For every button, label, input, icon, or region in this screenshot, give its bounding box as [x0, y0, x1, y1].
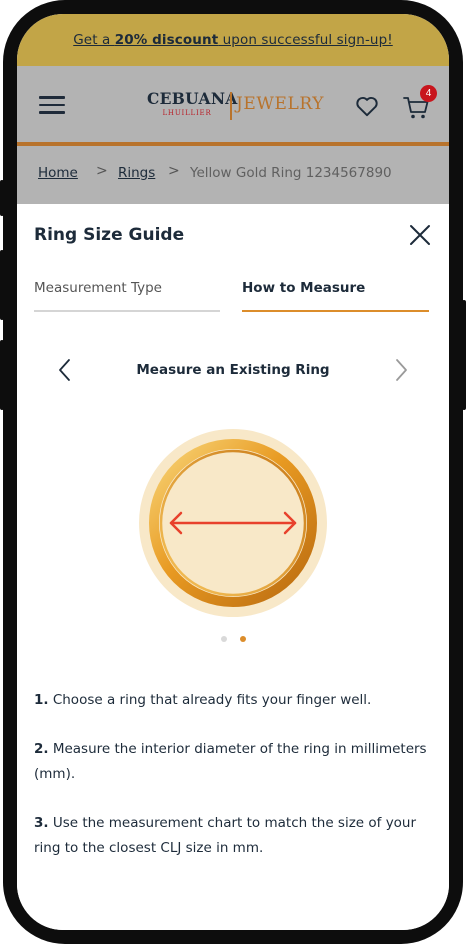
- breadcrumb-separator: >: [96, 163, 108, 179]
- breadcrumb-separator: >: [168, 163, 180, 179]
- tab-measurement-type[interactable]: Measurement Type: [34, 280, 162, 296]
- side-button: [0, 180, 4, 216]
- promo-prefix: Get a: [73, 32, 115, 48]
- step-text: Measure the interior diameter of the rin…: [34, 741, 427, 782]
- logo-brand: CEBUANA: [147, 89, 238, 108]
- carousel-dots: [221, 636, 251, 644]
- screen: Get a 20% discount upon successful sign-…: [17, 14, 449, 930]
- cart-count-badge: 4: [420, 85, 437, 102]
- promo-highlight: 20% discount: [114, 32, 219, 48]
- ring-size-guide-panel: Ring Size Guide Measurement Type How to …: [17, 204, 449, 930]
- heart-icon[interactable]: [354, 93, 380, 119]
- logo-divider: [230, 92, 232, 120]
- menu-icon[interactable]: [39, 96, 65, 114]
- breadcrumb-rings[interactable]: Rings: [118, 165, 155, 181]
- close-icon[interactable]: [409, 224, 431, 246]
- step-number: 3.: [34, 815, 49, 831]
- logo-product: JEWELRY: [236, 94, 325, 114]
- step-item: 1. Choose a ring that already fits your …: [34, 688, 432, 713]
- breadcrumb: Home > Rings > Yellow Gold Ring 12345678…: [17, 146, 449, 204]
- guide-title: Ring Size Guide: [34, 225, 185, 245]
- side-button: [0, 340, 4, 410]
- promo-suffix: upon successful sign-up!: [218, 32, 393, 48]
- logo-sub: LHUILLIER: [162, 109, 212, 117]
- brand-logo[interactable]: CEBUANA LHUILLIER JEWELRY: [147, 89, 325, 126]
- instruction-steps: 1. Choose a ring that already fits your …: [34, 688, 432, 885]
- ring-measure-illustration: [139, 429, 327, 617]
- promo-text[interactable]: Get a 20% discount upon successful sign-…: [73, 32, 393, 48]
- carousel-dot-active[interactable]: [240, 636, 246, 642]
- side-button: [462, 300, 466, 410]
- step-item: 3. Use the measurement chart to match th…: [34, 811, 432, 861]
- step-text: Use the measurement chart to match the s…: [34, 815, 417, 856]
- step-number: 1.: [34, 692, 49, 708]
- step-number: 2.: [34, 741, 49, 757]
- side-button: [0, 250, 4, 320]
- tab-how-to-measure[interactable]: How to Measure: [242, 280, 365, 296]
- breadcrumb-home[interactable]: Home: [38, 165, 78, 181]
- tab-underline: [34, 310, 220, 312]
- breadcrumb-current: Yellow Gold Ring 1234567890: [190, 165, 392, 181]
- step-text: Choose a ring that already fits your fin…: [48, 692, 372, 708]
- promo-banner[interactable]: Get a 20% discount upon successful sign-…: [17, 14, 449, 66]
- carousel-dot[interactable]: [221, 636, 227, 642]
- site-header: CEBUANA LHUILLIER JEWELRY 4: [17, 66, 449, 146]
- step-item: 2. Measure the interior diameter of the …: [34, 737, 432, 787]
- slide-title: Measure an Existing Ring: [136, 362, 330, 378]
- chevron-right-icon[interactable]: [393, 358, 409, 382]
- tab-underline-active: [242, 310, 429, 312]
